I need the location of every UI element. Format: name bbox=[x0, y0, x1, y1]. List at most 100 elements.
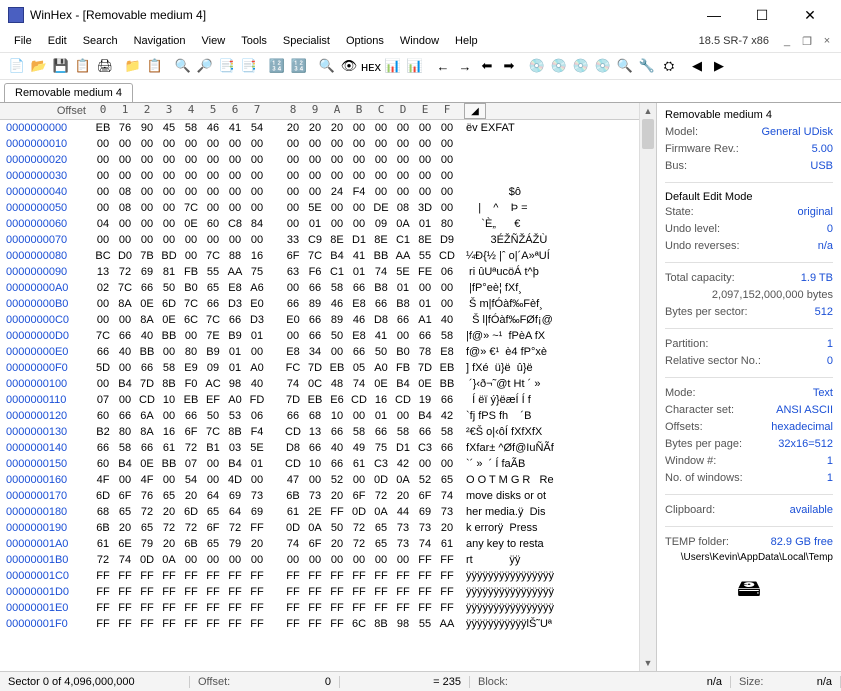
ascii-cell[interactable]: k errorÿ Press bbox=[458, 520, 639, 536]
byte-cell[interactable]: 74 bbox=[348, 376, 370, 392]
byte-cell[interactable]: FF bbox=[436, 568, 458, 584]
byte-cell[interactable]: 00 bbox=[282, 328, 304, 344]
byte-cell[interactable]: 68 bbox=[304, 408, 326, 424]
byte-cell[interactable]: D8 bbox=[282, 440, 304, 456]
byte-cell[interactable]: BD bbox=[158, 248, 180, 264]
ascii-cell[interactable]: `fj fPS fh ´B bbox=[458, 408, 639, 424]
byte-cell[interactable]: 00 bbox=[370, 136, 392, 152]
byte-cell[interactable]: 66 bbox=[348, 280, 370, 296]
byte-cell[interactable]: 66 bbox=[114, 328, 136, 344]
offset-cell[interactable]: 0000000000 bbox=[0, 120, 92, 136]
byte-cell[interactable]: 7C bbox=[180, 296, 202, 312]
byte-cell[interactable]: 90 bbox=[136, 120, 158, 136]
menu-specialist[interactable]: Specialist bbox=[275, 33, 338, 49]
byte-cell[interactable]: 74 bbox=[370, 264, 392, 280]
byte-cell[interactable]: FB bbox=[392, 360, 414, 376]
byte-cell[interactable]: FF bbox=[392, 568, 414, 584]
byte-cell[interactable]: FF bbox=[304, 616, 326, 632]
byte-cell[interactable]: FF bbox=[202, 616, 224, 632]
byte-cell[interactable]: 01 bbox=[392, 280, 414, 296]
byte-cell[interactable]: 07 bbox=[180, 456, 202, 472]
byte-cell[interactable]: 02 bbox=[92, 280, 114, 296]
byte-cell[interactable]: 00 bbox=[370, 152, 392, 168]
mdi-close-icon[interactable]: × bbox=[819, 33, 835, 49]
byte-cell[interactable]: 58 bbox=[348, 424, 370, 440]
byte-cell[interactable]: 65 bbox=[370, 536, 392, 552]
menu-navigation[interactable]: Navigation bbox=[126, 33, 194, 49]
byte-cell[interactable]: 00 bbox=[158, 472, 180, 488]
byte-cell[interactable]: 50 bbox=[326, 328, 348, 344]
byte-cell[interactable]: 65 bbox=[202, 280, 224, 296]
byte-cell[interactable]: 80 bbox=[114, 424, 136, 440]
byte-cell[interactable]: 0A bbox=[392, 472, 414, 488]
hex-row[interactable]: 00000001C0FFFFFFFFFFFFFFFFFFFFFFFFFFFFFF… bbox=[0, 568, 639, 584]
byte-cell[interactable]: 00 bbox=[326, 152, 348, 168]
byte-cell[interactable]: 7C bbox=[92, 328, 114, 344]
byte-cell[interactable]: 54 bbox=[180, 472, 202, 488]
byte-cell[interactable]: 0E bbox=[414, 376, 436, 392]
toolbar-button-6[interactable]: 📁 bbox=[122, 55, 144, 77]
ascii-cell[interactable]: ri ûUªucöÁ t^þ bbox=[458, 264, 639, 280]
toolbar-button-33[interactable]: 🔧 bbox=[636, 55, 658, 77]
byte-cell[interactable]: FF bbox=[436, 584, 458, 600]
byte-cell[interactable]: 00 bbox=[436, 200, 458, 216]
menu-file[interactable]: File bbox=[6, 33, 40, 49]
byte-cell[interactable]: 06 bbox=[436, 264, 458, 280]
byte-cell[interactable]: FF bbox=[348, 600, 370, 616]
byte-cell[interactable]: D9 bbox=[436, 232, 458, 248]
byte-cell[interactable]: 66 bbox=[370, 424, 392, 440]
toolbar-button-10[interactable]: 🔎 bbox=[194, 55, 216, 77]
toolbar-button-28[interactable]: 💿 bbox=[526, 55, 548, 77]
byte-cell[interactable]: EB bbox=[92, 120, 114, 136]
toolbar-button-19[interactable]: ʜᴇx bbox=[360, 55, 382, 77]
byte-cell[interactable]: 42 bbox=[392, 456, 414, 472]
byte-cell[interactable]: FF bbox=[92, 600, 114, 616]
toolbar-button-36[interactable]: ◀ bbox=[686, 55, 708, 77]
byte-cell[interactable]: 00 bbox=[92, 376, 114, 392]
byte-cell[interactable]: 00 bbox=[92, 200, 114, 216]
byte-cell[interactable]: 6C bbox=[180, 312, 202, 328]
byte-cell[interactable]: 16 bbox=[158, 424, 180, 440]
byte-cell[interactable]: 98 bbox=[224, 376, 246, 392]
byte-cell[interactable]: 6F bbox=[282, 248, 304, 264]
byte-cell[interactable]: B0 bbox=[392, 344, 414, 360]
byte-cell[interactable]: 66 bbox=[370, 296, 392, 312]
ascii-cell[interactable]: ÿÿÿÿÿÿÿÿÿÿÿÿÿÿÿÿ bbox=[458, 584, 639, 600]
byte-cell[interactable]: 66 bbox=[414, 424, 436, 440]
byte-cell[interactable]: 88 bbox=[224, 248, 246, 264]
menu-options[interactable]: Options bbox=[338, 33, 392, 49]
ascii-cell[interactable]: ¼Ð{½ |ˆ o|´A»ªUÍ bbox=[458, 248, 639, 264]
byte-cell[interactable]: 79 bbox=[224, 536, 246, 552]
byte-cell[interactable]: 7C bbox=[202, 248, 224, 264]
byte-cell[interactable]: F4 bbox=[348, 184, 370, 200]
menu-window[interactable]: Window bbox=[392, 33, 447, 49]
byte-cell[interactable]: 65 bbox=[158, 488, 180, 504]
byte-cell[interactable]: 24 bbox=[326, 184, 348, 200]
offset-cell[interactable]: 0000000160 bbox=[0, 472, 92, 488]
byte-cell[interactable]: 6D bbox=[92, 488, 114, 504]
byte-cell[interactable]: 00 bbox=[348, 552, 370, 568]
offset-cell[interactable]: 0000000010 bbox=[0, 136, 92, 152]
byte-cell[interactable]: 41 bbox=[370, 328, 392, 344]
byte-cell[interactable]: 7D bbox=[304, 360, 326, 376]
byte-cell[interactable]: 00 bbox=[436, 136, 458, 152]
byte-cell[interactable]: 00 bbox=[414, 168, 436, 184]
offset-cell[interactable]: 00000000A0 bbox=[0, 280, 92, 296]
byte-cell[interactable]: 00 bbox=[282, 168, 304, 184]
byte-cell[interactable]: 00 bbox=[370, 120, 392, 136]
ascii-cell[interactable]: move disks or ot bbox=[458, 488, 639, 504]
byte-cell[interactable]: FF bbox=[348, 568, 370, 584]
byte-cell[interactable]: B9 bbox=[202, 344, 224, 360]
byte-cell[interactable]: FF bbox=[414, 568, 436, 584]
byte-cell[interactable]: 52 bbox=[414, 472, 436, 488]
byte-cell[interactable]: 74 bbox=[282, 376, 304, 392]
byte-cell[interactable]: FF bbox=[246, 520, 268, 536]
byte-cell[interactable]: 65 bbox=[136, 520, 158, 536]
byte-cell[interactable]: 69 bbox=[224, 488, 246, 504]
offset-cell[interactable]: 0000000030 bbox=[0, 168, 92, 184]
ascii-cell[interactable]: $ô bbox=[458, 184, 639, 200]
byte-cell[interactable]: 20 bbox=[304, 120, 326, 136]
byte-cell[interactable]: A0 bbox=[246, 360, 268, 376]
byte-cell[interactable]: FF bbox=[92, 584, 114, 600]
byte-cell[interactable]: 72 bbox=[180, 520, 202, 536]
